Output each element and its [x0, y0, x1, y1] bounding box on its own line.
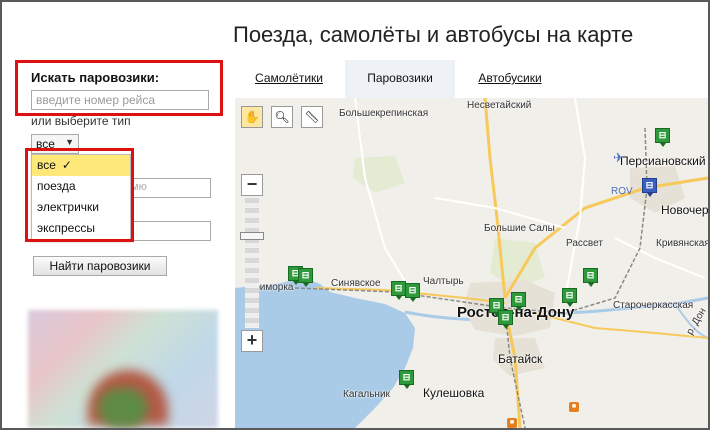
- train-marker[interactable]: ⊟: [298, 268, 313, 287]
- tab-trains[interactable]: Паровозики: [345, 60, 455, 98]
- page-title: Поезда, самолёты и автобусы на карте: [233, 22, 634, 47]
- bus-stop-marker[interactable]: ■: [569, 402, 579, 412]
- place-label: Персиановский: [620, 154, 706, 168]
- place-label: Кагальник: [343, 389, 390, 400]
- place-label: Кулешовка: [423, 386, 485, 400]
- train-marker[interactable]: ⊟: [399, 370, 414, 389]
- hand-icon[interactable]: ✋: [241, 106, 263, 128]
- train-marker[interactable]: ⊟: [562, 288, 577, 307]
- train-marker[interactable]: ⊟: [583, 268, 598, 287]
- place-label: Новочеркасск: [661, 203, 708, 217]
- place-label: Кривянская: [656, 238, 708, 249]
- place-label: Несветайский: [467, 100, 532, 111]
- zoom-out-button[interactable]: −: [241, 174, 263, 196]
- blurred-ad-image[interactable]: [28, 310, 218, 428]
- tab-buses[interactable]: Автобусики: [465, 60, 555, 98]
- tab-planes[interactable]: Самолётики: [243, 60, 335, 98]
- zoom-track[interactable]: [245, 198, 259, 328]
- place-label: Батайск: [498, 352, 543, 366]
- zoom-handle[interactable]: [240, 232, 264, 240]
- airport-code: ROV: [611, 186, 633, 197]
- train-marker[interactable]: ⊟: [391, 281, 406, 300]
- train-marker[interactable]: ⊟: [655, 128, 670, 147]
- zoom-in-button[interactable]: +: [241, 330, 263, 352]
- highlight-dropdown: [25, 148, 134, 242]
- magnifier-icon[interactable]: 🔍︎: [271, 106, 293, 128]
- place-label: Большие Салы: [484, 223, 555, 234]
- chevron-down-icon: ▼: [65, 137, 74, 147]
- ruler-icon[interactable]: 📏︎: [301, 106, 323, 128]
- station-marker[interactable]: ⊟: [642, 178, 657, 197]
- place-label: Большекрепинская: [339, 108, 429, 119]
- partial-input-2[interactable]: [127, 221, 211, 241]
- find-trains-button[interactable]: Найти паровозики: [33, 256, 167, 276]
- bus-stop-marker[interactable]: ■: [507, 418, 517, 428]
- place-label: Рассвет: [566, 238, 603, 249]
- place-label: Синявское: [331, 278, 381, 289]
- place-label: Чалтырь: [423, 276, 464, 287]
- map-canvas: [235, 98, 708, 428]
- highlight-search: [15, 60, 223, 116]
- place-label: Старочеркасская: [613, 300, 694, 311]
- train-marker[interactable]: ⊟: [511, 292, 526, 311]
- type-label: или выберите тип: [31, 114, 131, 128]
- train-marker[interactable]: ⊟: [498, 310, 513, 329]
- window: Искать паровозики: или выберите тип все …: [0, 0, 710, 430]
- map[interactable]: Несветайский Большекрепинская Персиановс…: [235, 98, 708, 428]
- sidebar: Искать паровозики: или выберите тип все …: [2, 2, 232, 428]
- zoom-control: − +: [240, 174, 264, 352]
- airport-icon[interactable]: ✈: [613, 150, 624, 166]
- partial-input[interactable]: мю: [127, 178, 211, 198]
- train-marker[interactable]: ⊟: [405, 283, 420, 302]
